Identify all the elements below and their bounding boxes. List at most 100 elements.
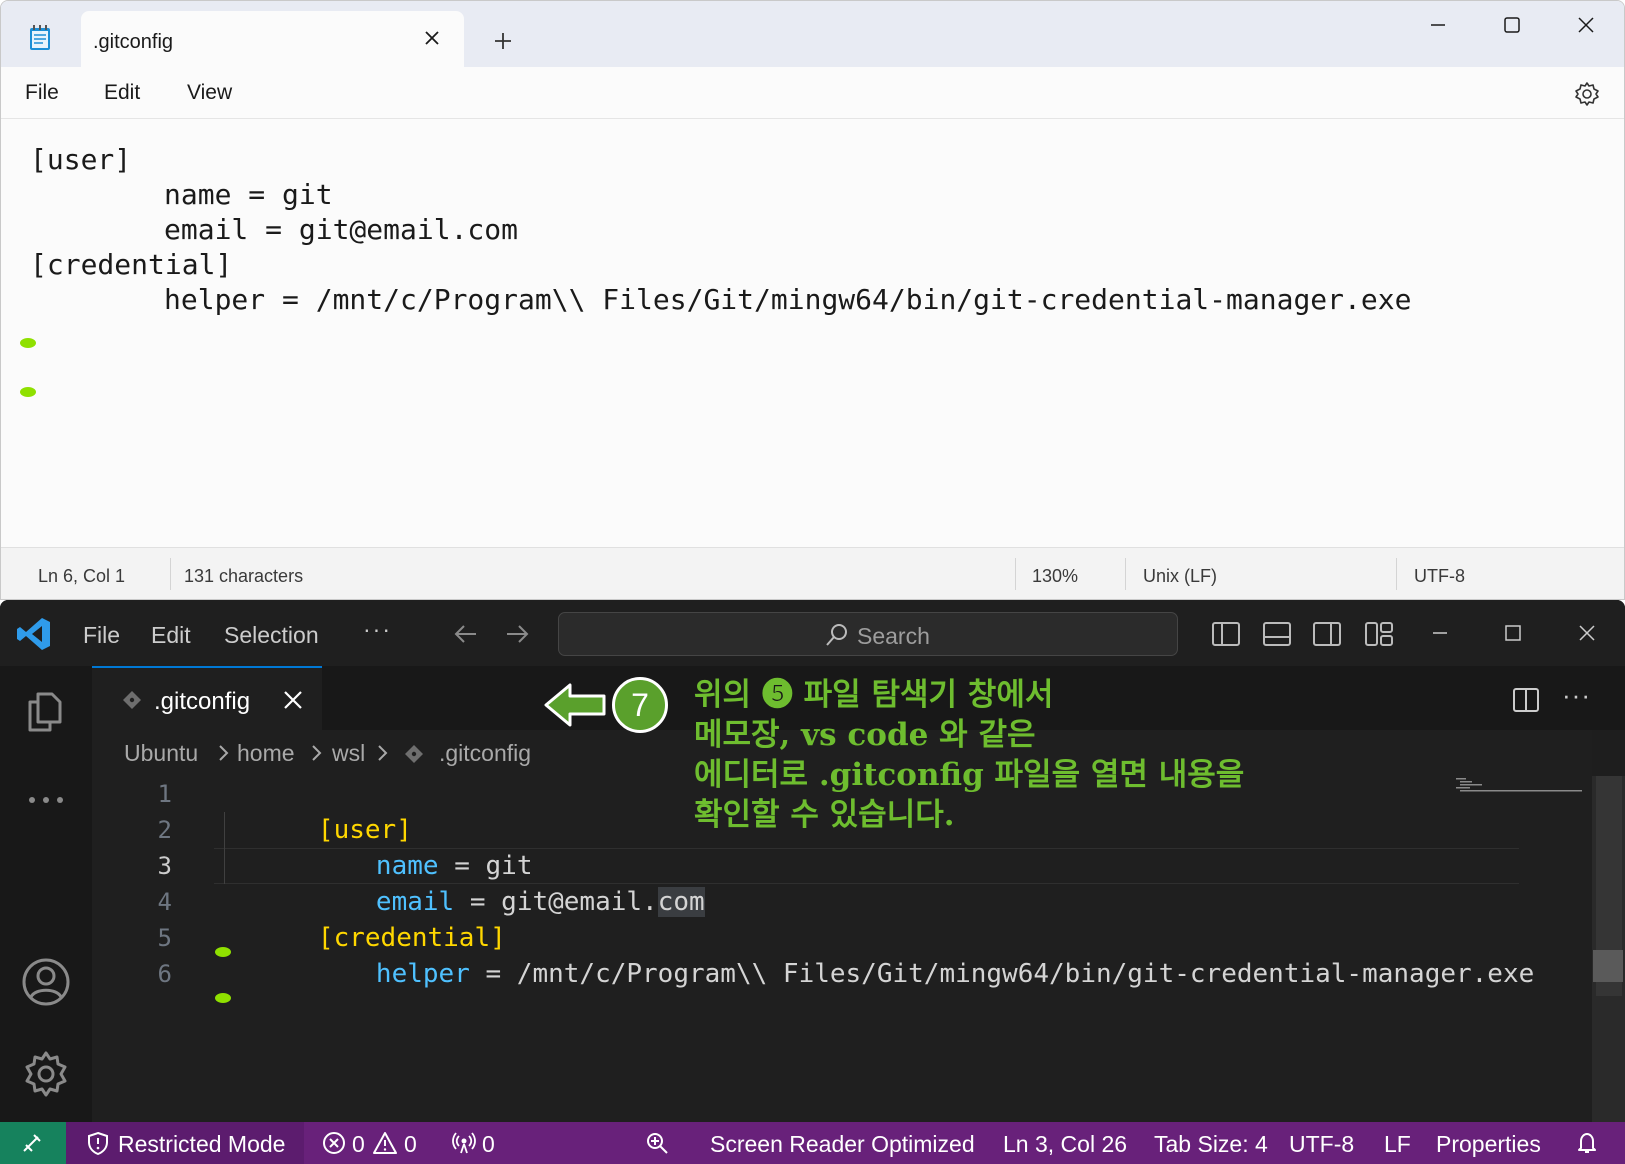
menu-more[interactable]: ··· bbox=[363, 616, 392, 643]
restricted-mode-label: Restricted Mode bbox=[118, 1131, 286, 1157]
divider bbox=[1015, 558, 1016, 590]
warning-count[interactable]: 0 bbox=[404, 1131, 417, 1158]
arrow-left-icon[interactable] bbox=[452, 620, 480, 648]
cursor-marker-icon bbox=[215, 993, 231, 1003]
breadcrumb-item[interactable]: home bbox=[237, 740, 295, 767]
search-placeholder: Search bbox=[857, 623, 930, 649]
toggle-primary-sidebar-icon[interactable] bbox=[1211, 620, 1241, 648]
close-icon[interactable] bbox=[419, 25, 445, 51]
notepad-title-bar: .gitconfig bbox=[1, 1, 1624, 67]
text-line: [user] bbox=[30, 143, 132, 176]
zoom-in-icon[interactable] bbox=[645, 1131, 669, 1155]
remote-icon bbox=[23, 1134, 41, 1152]
git-file-icon bbox=[405, 745, 423, 763]
code-line: helper = /mnt/c/Program\\ Files/Git/ming… bbox=[282, 920, 1534, 1028]
menu-edit[interactable]: Edit bbox=[104, 81, 140, 105]
restricted-mode-indicator[interactable]: Restricted Mode bbox=[66, 1122, 304, 1164]
menu-selection[interactable]: Selection bbox=[224, 622, 319, 649]
line-number: 2 bbox=[157, 816, 172, 844]
notepad-app-icon bbox=[30, 25, 50, 50]
chevron-right-icon bbox=[312, 745, 322, 761]
vscode-status-bar: Restricted Mode 0 0 0 Screen Reader Opti… bbox=[0, 1122, 1625, 1164]
arrow-right-icon[interactable] bbox=[503, 620, 531, 648]
character-count: 131 characters bbox=[184, 566, 304, 586]
ports-broadcast-icon[interactable] bbox=[452, 1131, 476, 1155]
split-editor-icon[interactable] bbox=[1512, 686, 1540, 714]
command-search-box[interactable]: Search bbox=[558, 612, 1178, 656]
line-number: 1 bbox=[157, 780, 172, 808]
encoding[interactable]: UTF-8 bbox=[1414, 566, 1465, 587]
accounts-icon[interactable] bbox=[20, 956, 72, 1008]
line-number: 3 bbox=[157, 852, 172, 880]
notepad-status-bar: Ln 6, Col 1 131 characters 130% Unix (LF… bbox=[1, 547, 1624, 599]
maximize-icon[interactable] bbox=[1489, 9, 1535, 41]
search-icon bbox=[826, 624, 847, 646]
step-number-badge: 7 bbox=[612, 677, 668, 733]
error-count[interactable]: 0 bbox=[352, 1131, 365, 1158]
cursor-marker-icon bbox=[215, 947, 231, 957]
ports-count[interactable]: 0 bbox=[482, 1131, 495, 1158]
cursor-marker-icon bbox=[20, 387, 36, 397]
text-line: helper = /mnt/c/Program\\ Files/Git/ming… bbox=[164, 283, 1412, 316]
cursor-position: Ln 6, Col 1 bbox=[38, 566, 126, 586]
chevron-right-icon bbox=[378, 745, 388, 761]
breadcrumb-item[interactable]: wsl bbox=[332, 740, 365, 767]
notepad-text-area[interactable]: [user] name = git email = git@email.com … bbox=[1, 120, 1624, 546]
menu-file[interactable]: File bbox=[25, 81, 59, 105]
maximize-icon[interactable] bbox=[1498, 618, 1528, 648]
menu-file[interactable]: File bbox=[83, 622, 120, 649]
menu-view[interactable]: View bbox=[187, 81, 232, 105]
customize-layout-icon[interactable] bbox=[1364, 620, 1394, 648]
tab-size[interactable]: Tab Size: 4 bbox=[1154, 1131, 1268, 1158]
vscode-logo-icon bbox=[17, 618, 50, 650]
breadcrumb-item[interactable]: .gitconfig bbox=[439, 740, 531, 767]
gear-icon[interactable] bbox=[20, 1048, 72, 1100]
line-endings[interactable]: Unix (LF) bbox=[1143, 566, 1217, 587]
text-line: email = git@email.com bbox=[164, 213, 519, 246]
activity-bar bbox=[0, 666, 92, 1122]
bell-icon[interactable] bbox=[1575, 1131, 1599, 1155]
more-views-icon[interactable] bbox=[20, 774, 72, 826]
divider bbox=[1396, 558, 1397, 590]
selected-text: com bbox=[657, 887, 705, 917]
scrollbar-thumb[interactable] bbox=[1593, 950, 1623, 982]
warning-icon[interactable] bbox=[373, 1131, 397, 1155]
notepad-menu-bar: File Edit View bbox=[1, 67, 1624, 119]
explorer-icon[interactable] bbox=[20, 684, 72, 736]
minimize-icon[interactable] bbox=[1415, 9, 1461, 41]
encoding[interactable]: UTF-8 bbox=[1289, 1131, 1354, 1158]
menu-edit[interactable]: Edit bbox=[151, 622, 191, 649]
editor-tab[interactable]: .gitconfig bbox=[92, 666, 322, 730]
plus-icon[interactable] bbox=[489, 27, 517, 55]
gear-icon[interactable] bbox=[1573, 80, 1601, 108]
toggle-panel-icon[interactable] bbox=[1262, 620, 1292, 648]
cursor-position[interactable]: Ln 3, Col 26 bbox=[1003, 1131, 1127, 1158]
language-mode[interactable]: Properties bbox=[1436, 1131, 1541, 1158]
screen-reader-mode[interactable]: Screen Reader Optimized bbox=[710, 1131, 975, 1158]
editor-tab-title: .gitconfig bbox=[154, 688, 251, 715]
zoom-level[interactable]: 130% bbox=[1032, 566, 1078, 587]
line-number: 4 bbox=[157, 888, 172, 916]
more-actions-icon[interactable]: ··· bbox=[1562, 680, 1591, 711]
notepad-window: .gitconfig File Edit View [user] name = … bbox=[0, 0, 1625, 600]
toggle-secondary-sidebar-icon[interactable] bbox=[1312, 620, 1342, 648]
notepad-tab[interactable]: .gitconfig bbox=[81, 11, 464, 67]
notepad-tab-title: .gitconfig bbox=[93, 31, 174, 53]
shield-icon bbox=[88, 1131, 108, 1155]
line-number: 6 bbox=[157, 960, 172, 988]
annotation-text: 위의 ❺ 파일 탐색기 창에서 메모장, vs code 와 같은 에디터로 .… bbox=[694, 677, 1245, 833]
minimize-icon[interactable] bbox=[1425, 618, 1455, 648]
minimap[interactable] bbox=[1454, 776, 1584, 816]
breadcrumb-item[interactable]: Ubuntu bbox=[124, 740, 198, 767]
close-window-icon[interactable] bbox=[1563, 9, 1609, 41]
close-icon[interactable] bbox=[282, 689, 304, 711]
cursor-marker-icon bbox=[20, 338, 36, 348]
divider bbox=[170, 558, 171, 590]
close-window-icon[interactable] bbox=[1572, 618, 1602, 648]
remote-indicator[interactable] bbox=[0, 1122, 66, 1164]
divider bbox=[1125, 558, 1126, 590]
line-endings[interactable]: LF bbox=[1384, 1131, 1411, 1158]
error-icon[interactable] bbox=[322, 1131, 346, 1155]
code-token: = /mnt/c/Program\\ Files/Git/mingw64/bin… bbox=[469, 959, 1535, 989]
chevron-right-icon bbox=[219, 745, 229, 761]
